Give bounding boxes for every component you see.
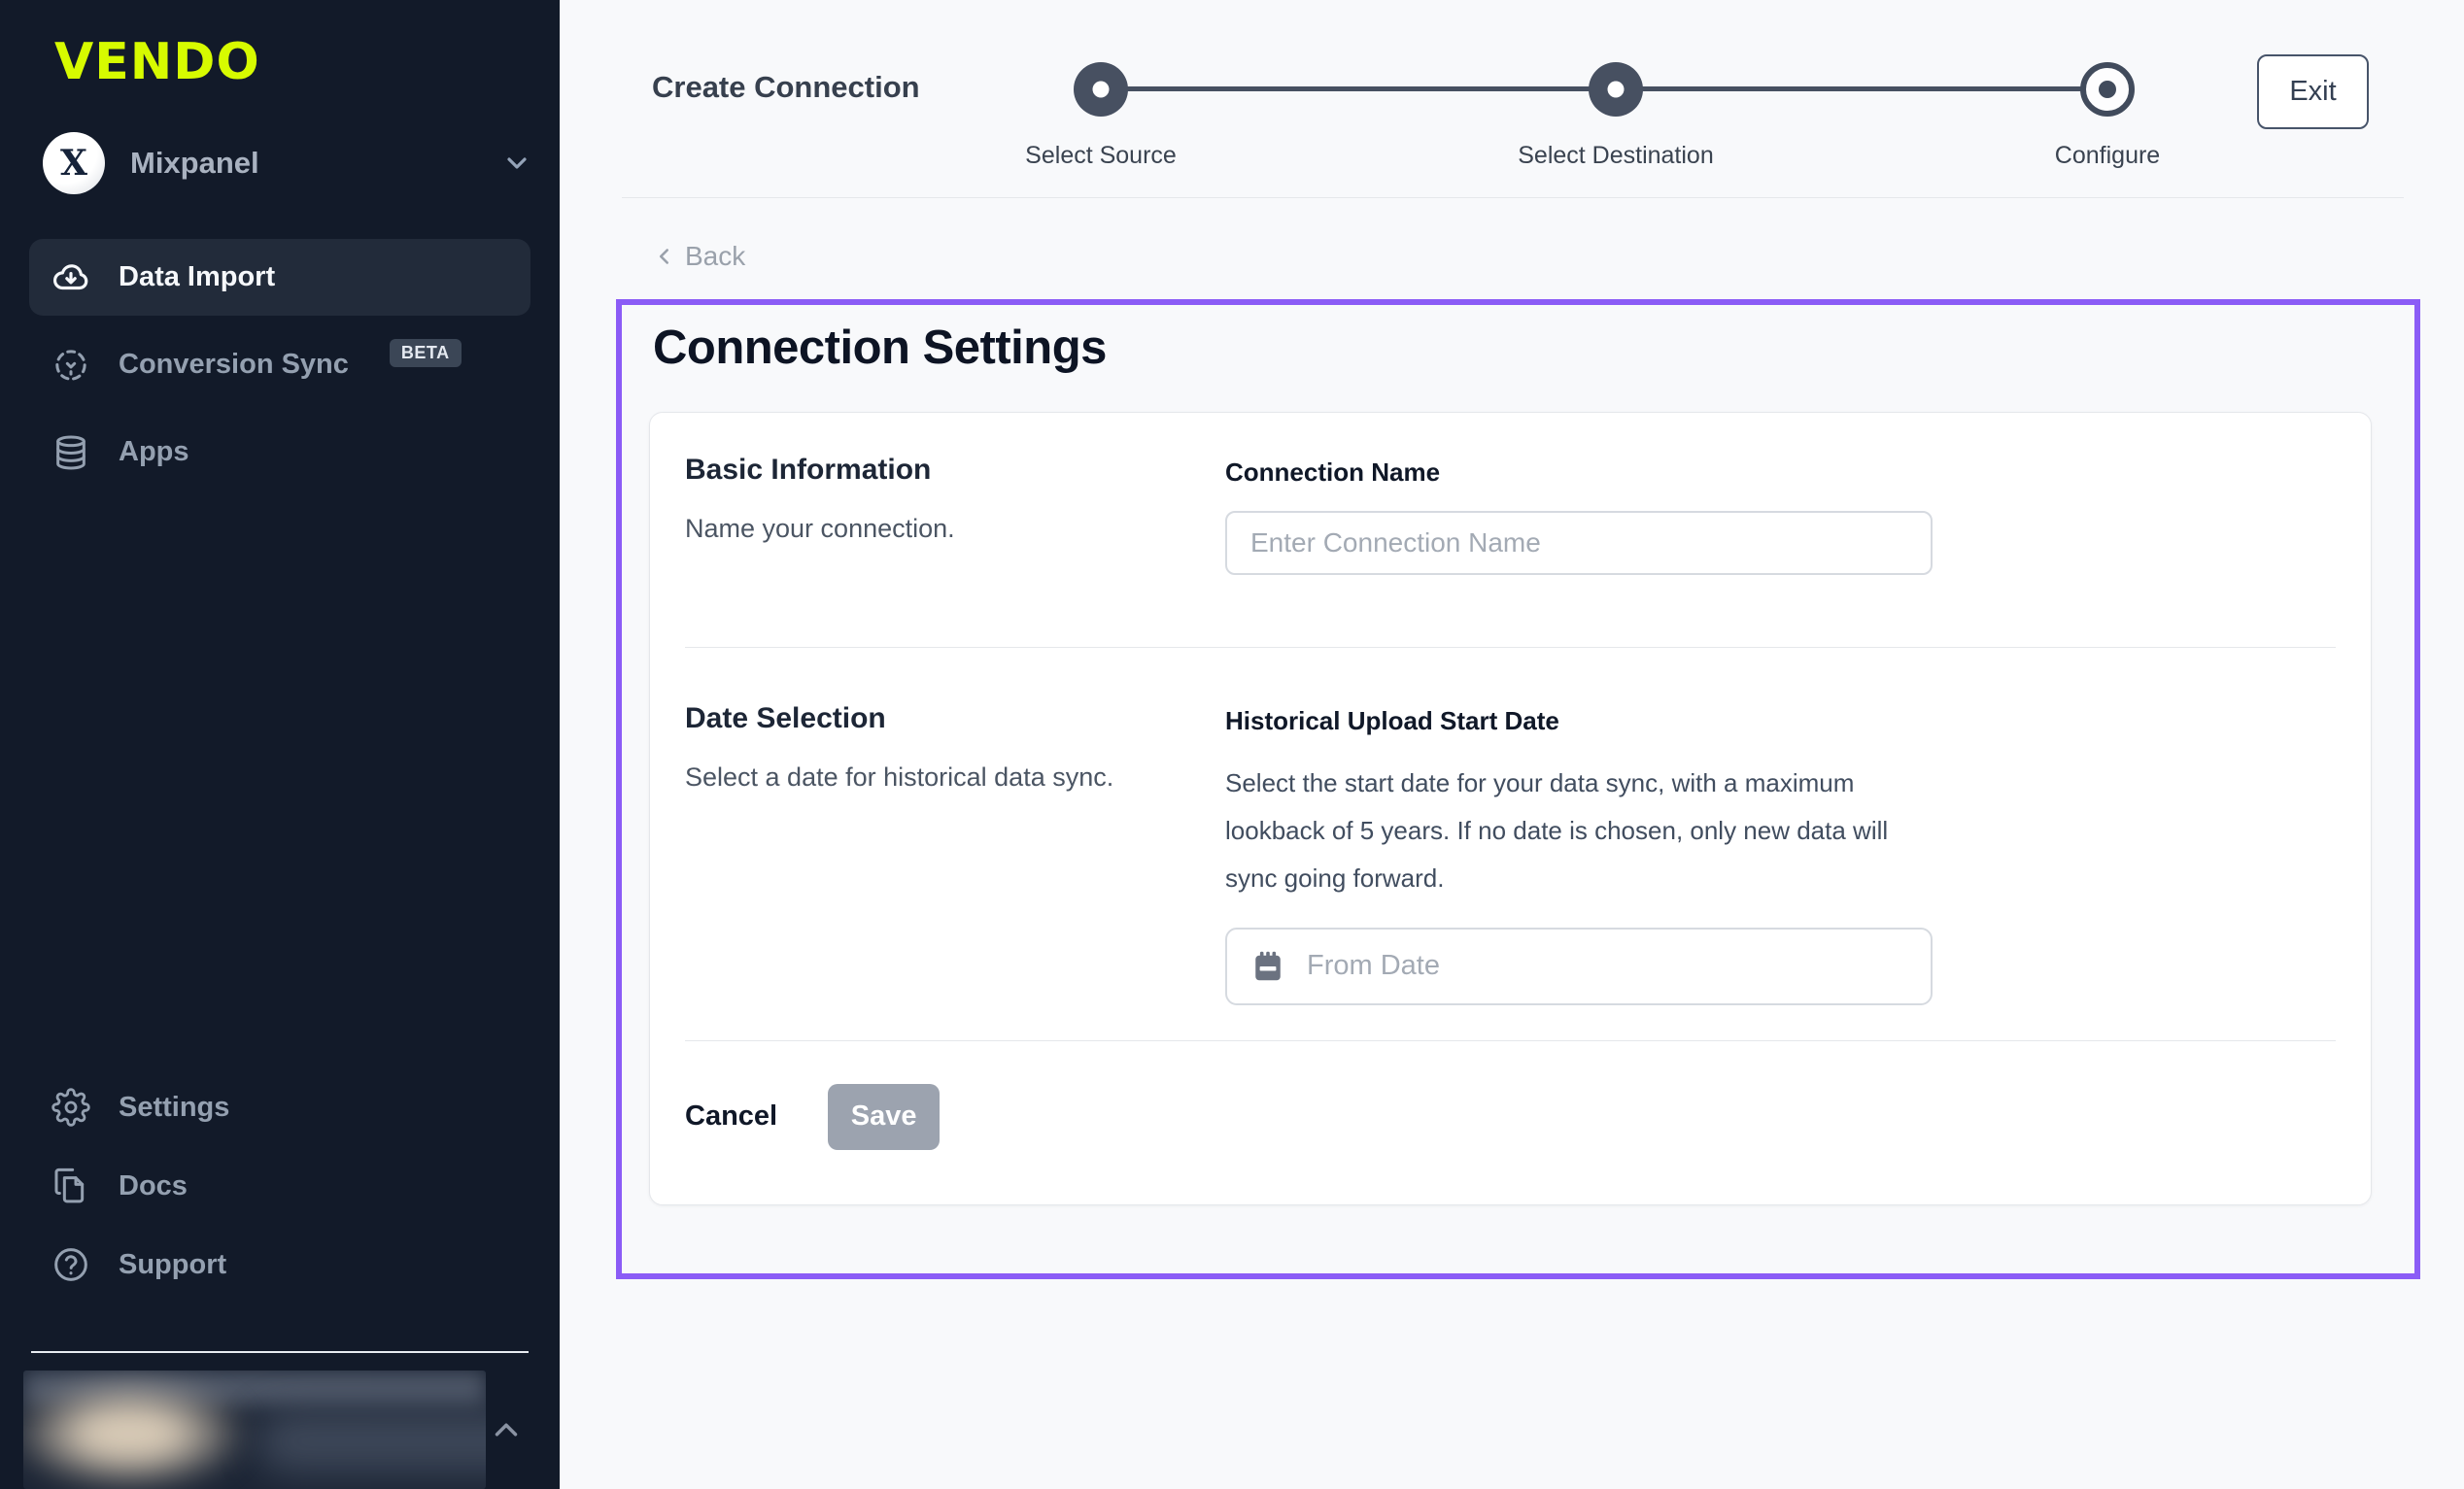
sidebar-item-label: Apps xyxy=(119,436,189,468)
workspace-name: Mixpanel xyxy=(130,146,259,181)
wizard-title: Create Connection xyxy=(652,70,920,105)
chevron-down-icon xyxy=(501,148,532,179)
sidebar-item-docs[interactable]: Docs xyxy=(29,1151,530,1221)
chevron-left-icon xyxy=(652,244,677,269)
main-area: Create Connection Select Source Select D… xyxy=(560,0,2464,1489)
calendar-icon xyxy=(1250,949,1285,984)
wizard-header: Create Connection Select Source Select D… xyxy=(622,0,2404,198)
stepper: Select Source Select Destination Configu… xyxy=(1074,62,2135,188)
sidebar-item-label: Data Import xyxy=(119,261,275,293)
step-dot-configure xyxy=(2080,62,2135,117)
step-label-select-destination: Select Destination xyxy=(1518,142,1714,170)
date-selection-section: Date Selection Select a date for histori… xyxy=(650,648,2371,1040)
section-description-basic-information: Name your connection. xyxy=(685,514,1225,544)
step-label-select-source: Select Source xyxy=(1025,142,1177,170)
workspace-selector[interactable]: X Mixpanel xyxy=(43,132,532,194)
database-icon xyxy=(51,433,91,472)
sidebar-item-support[interactable]: Support xyxy=(29,1230,530,1300)
sidebar-divider xyxy=(31,1351,529,1353)
sidebar-nav: Data Import Conversion Sync BETA xyxy=(29,239,530,501)
user-account-area[interactable] xyxy=(23,1371,525,1489)
historical-upload-start-date-label: Historical Upload Start Date xyxy=(1225,706,1933,736)
basic-information-section: Basic Information Name your connection. … xyxy=(650,413,2371,647)
connection-name-input[interactable] xyxy=(1225,511,1933,575)
sync-icon xyxy=(51,346,91,385)
blurred-user-info xyxy=(23,1371,486,1489)
chevron-up-icon[interactable] xyxy=(488,1411,525,1448)
sidebar-item-data-import[interactable]: Data Import xyxy=(29,239,530,316)
step-dot-select-destination xyxy=(1589,62,1643,117)
from-date-input[interactable]: From Date xyxy=(1225,928,1933,1005)
section-description-date-selection: Select a date for historical data sync. xyxy=(685,762,1225,793)
cancel-button[interactable]: Cancel xyxy=(685,1100,777,1133)
historical-upload-help-text: Select the start date for your data sync… xyxy=(1225,760,1905,902)
gear-icon xyxy=(51,1088,91,1127)
sidebar-item-label: Conversion Sync xyxy=(119,349,349,381)
section-heading-basic-information: Basic Information xyxy=(685,454,1225,487)
back-link[interactable]: Back xyxy=(652,241,745,272)
settings-card: Basic Information Name your connection. … xyxy=(649,412,2372,1205)
page-title: Connection Settings xyxy=(653,321,2372,375)
cloud-download-icon xyxy=(51,257,91,298)
step-label-configure: Configure xyxy=(2055,142,2160,170)
vendo-logo: VENDO xyxy=(54,33,560,91)
form-actions: Cancel Save xyxy=(650,1041,2371,1204)
app-window: VENDO X Mixpanel Data Import xyxy=(0,0,2464,1489)
sidebar-item-apps[interactable]: Apps xyxy=(29,414,530,491)
sidebar-item-label: Support xyxy=(119,1249,226,1281)
sidebar: VENDO X Mixpanel Data Import xyxy=(0,0,560,1489)
help-icon xyxy=(51,1245,91,1284)
docs-icon xyxy=(51,1167,91,1205)
back-label: Back xyxy=(685,241,745,272)
sidebar-item-conversion-sync[interactable]: Conversion Sync BETA xyxy=(29,326,530,403)
connection-name-label: Connection Name xyxy=(1225,457,1933,488)
sidebar-item-label: Settings xyxy=(119,1092,229,1124)
beta-badge: BETA xyxy=(390,339,462,367)
step-dot-select-source xyxy=(1074,62,1128,117)
save-button[interactable]: Save xyxy=(828,1084,940,1150)
from-date-placeholder: From Date xyxy=(1307,950,1440,982)
sidebar-footer-nav: Settings Docs Support xyxy=(29,1072,530,1308)
sidebar-spacer xyxy=(0,501,560,1072)
mixpanel-logo-avatar: X xyxy=(43,132,105,194)
section-heading-date-selection: Date Selection xyxy=(685,702,1225,735)
sidebar-item-settings[interactable]: Settings xyxy=(29,1072,530,1142)
connection-settings-panel: Connection Settings Basic Information Na… xyxy=(616,299,2420,1279)
exit-button[interactable]: Exit xyxy=(2257,54,2369,129)
sidebar-item-label: Docs xyxy=(119,1170,188,1202)
